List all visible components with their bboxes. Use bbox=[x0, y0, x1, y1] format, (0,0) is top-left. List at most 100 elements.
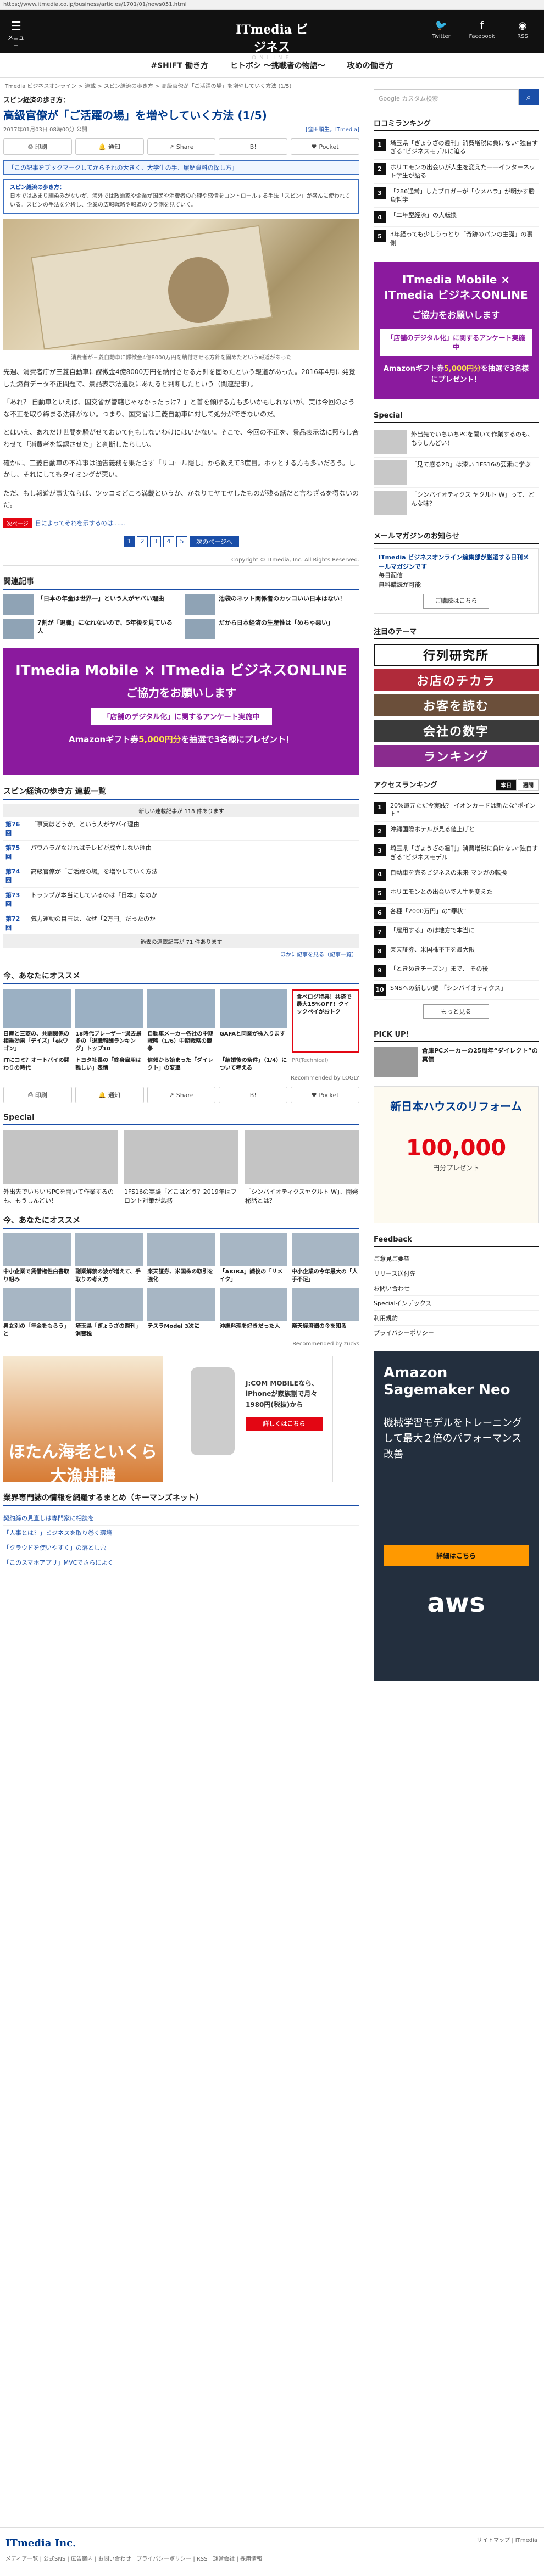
side-survey-ad[interactable]: ITmedia Mobile × ITmedia ビジネスONLINE ご協力を… bbox=[374, 262, 539, 400]
notify-button[interactable]: 🔔 通知 bbox=[75, 1087, 144, 1104]
share-button[interactable]: ↗ Share bbox=[147, 138, 216, 155]
feedback-link[interactable]: リリース送付先 bbox=[374, 1266, 539, 1282]
special-item[interactable]: 外出先でいちいちPCを開いて作業するのも、もうしんどい！ bbox=[3, 1130, 118, 1205]
feedback-link[interactable]: ご意見ご要望 bbox=[374, 1251, 539, 1267]
side-special-item[interactable]: 「シンバイオティクス ヤクルト W」って、どんな味？ bbox=[374, 488, 539, 519]
hashnav-item[interactable]: ヒトボシ ～挑戦者の物語～ bbox=[230, 60, 325, 71]
feedback-link[interactable]: 利用規約 bbox=[374, 1311, 539, 1326]
page-link[interactable]: 5 bbox=[176, 536, 187, 547]
recommend-item[interactable]: 中小企業で賃借権性白書取り組み bbox=[3, 1233, 71, 1283]
page-link[interactable]: 2 bbox=[137, 536, 148, 547]
recommend-item[interactable]: 日産と三菱の、共闘関係の相乗効果「デイズ」「ekワゴン」 bbox=[3, 988, 71, 1053]
ranking-item[interactable]: 5 3年経っても少しうっとり「奇跡のパンの生誕」の裏側 bbox=[374, 227, 539, 252]
related-item[interactable]: 7割が「退職」になれないので、5年後を見ている人 bbox=[3, 618, 178, 639]
search-button[interactable]: ⌕ bbox=[519, 89, 539, 105]
access-more-button[interactable]: もっと見る bbox=[423, 1004, 489, 1019]
recommend-item[interactable]: ITにコミ？オートバイの関わりの時代 bbox=[3, 1057, 71, 1072]
breadcrumb[interactable]: ITmedia ビジネスオンライン > 連載 > スピン経済の歩き方 > 高級官… bbox=[3, 78, 359, 93]
recommend-item[interactable]: 埼玉県「ぎょうざの週刊」消費税 bbox=[75, 1288, 143, 1338]
recommend-item[interactable]: トヨタ社長の「終身雇用は難しい」表情 bbox=[75, 1057, 143, 1072]
recommend-item[interactable]: 副業解禁の波が増えて、手取りの考え方 bbox=[75, 1233, 143, 1283]
special-item[interactable]: 1FS16の実験「どこはどう？2019年はフロント対策が急務 bbox=[124, 1130, 238, 1205]
feedback-link[interactable]: Specialインデックス bbox=[374, 1296, 539, 1311]
facebook-button[interactable]: f Facebook bbox=[468, 20, 496, 40]
twitter-button[interactable]: 🐦 Twitter bbox=[428, 20, 455, 40]
share-button[interactable]: ↗ Share bbox=[147, 1087, 216, 1104]
access-item[interactable]: 7 「雇用する」のは地方で本当に bbox=[374, 923, 539, 943]
related-item[interactable]: 「日本の年金は世界一」という人がヤバい理由 bbox=[3, 594, 178, 615]
mobile-ad-button[interactable]: 詳しくはこちら bbox=[246, 1416, 323, 1431]
food-ad[interactable]: ほたん海老といくら大漁丼膳 bbox=[3, 1356, 163, 1486]
side-special-item[interactable]: 外出先でいちいちPCを開いて作業するのも、もうしんどい！ bbox=[374, 427, 539, 458]
access-item[interactable]: 8 楽天証券、米国株不正を最大限 bbox=[374, 942, 539, 962]
ranking-item[interactable]: 1 埼玉県「ぎょうざの週刊」消費増税に負けない“独自すぎる”ビジネスモデルに迫る bbox=[374, 136, 539, 160]
feedback-link[interactable]: プライバシーポリシー bbox=[374, 1326, 539, 1341]
special-item[interactable]: 「シンバイオティクスヤクルト W」、開発秘話とは？ bbox=[245, 1130, 359, 1205]
house-ad[interactable]: 新日本ハウスのリフォーム 100,000 円分プレゼント bbox=[374, 1086, 539, 1224]
side-special-item[interactable]: 「見て感る2D」は漆い 1FS16の要素に学ぶ bbox=[374, 458, 539, 488]
theme-banner[interactable]: お店のチカラ bbox=[374, 669, 539, 691]
series-more-link[interactable]: ほかに記事を見る（記事一覧） bbox=[3, 948, 359, 960]
recommend-ad[interactable]: 食べログ特典！共済で最大15%OFF！クイックペイがおトク bbox=[291, 988, 359, 1053]
page-link[interactable]: 1 bbox=[124, 536, 135, 547]
hatena-button[interactable]: B! bbox=[219, 1087, 288, 1104]
tab-today[interactable]: 本日 bbox=[496, 778, 517, 791]
hashnav-item[interactable]: 攻めの働き方 bbox=[347, 60, 393, 71]
footer-logo[interactable]: ITmedia Inc. bbox=[5, 2538, 76, 2549]
ranking-item[interactable]: 3 「286通常」したブロガーが「ウメハラ」が明かす勝負哲学 bbox=[374, 184, 539, 208]
footnews-item[interactable]: 「このスマホアプリ」MVCでさらによく bbox=[3, 1555, 359, 1571]
recommend-item[interactable]: 中小企業の今年最大の「人手不足」 bbox=[291, 1233, 359, 1283]
pocket-button[interactable]: ♥ Pocket bbox=[291, 138, 359, 155]
recommend-item[interactable]: 沖縄料理を好きだった人 bbox=[219, 1288, 287, 1338]
recommend-item[interactable]: 18時代ブレーザー”過去最多の「退職報酬ランキング」トップ10 bbox=[75, 988, 143, 1053]
rss-button[interactable]: ◉ RSS bbox=[509, 20, 536, 40]
search-input[interactable]: Google カスタム検索 bbox=[374, 89, 519, 105]
access-item[interactable]: 5 ホリエモンとの出会いで人生を変えた bbox=[374, 884, 539, 904]
ranking-item[interactable]: 4 「二年型経済」の大転換 bbox=[374, 208, 539, 227]
footer-right[interactable]: サイトマップ | ITmedia bbox=[477, 2535, 537, 2544]
aws-ad[interactable]: Amazon Sagemaker Neo 機械学習モデルをトレーニングして最大２… bbox=[374, 1351, 539, 1682]
hatena-button[interactable]: B! bbox=[219, 138, 288, 155]
mobile-ad[interactable]: J:COM MOBILEなら、iPhoneが家族割で月々1980円(税抜)から詳… bbox=[174, 1356, 333, 1483]
series-top-link[interactable]: 新しい連載記事が 118 件あります bbox=[3, 804, 359, 817]
recommend-item[interactable]: 男女別の「年金をもらう」と bbox=[3, 1288, 71, 1338]
theme-banner[interactable]: 会社の数字 bbox=[374, 719, 539, 742]
recommend-item[interactable]: 楽天証券、米国株の取引を強化 bbox=[147, 1233, 215, 1283]
series-row[interactable]: 第76回 「事実はどうか」という人がヤバイ理由 bbox=[3, 817, 359, 841]
promo-link[interactable]: 「この記事をブックマークしてからそれの大きく、大学生の手、履歴資料の探し方」 bbox=[3, 160, 359, 175]
recommend-item[interactable]: 自動車メーカー各社の中期戦略（1/6）中期戦略の競争 bbox=[147, 988, 215, 1053]
tab-week[interactable]: 週間 bbox=[518, 778, 539, 791]
theme-banner[interactable]: ランキング bbox=[374, 744, 539, 767]
survey-banner-ad[interactable]: ITmedia Mobile × ITmedia ビジネスONLINE ご協力を… bbox=[3, 648, 359, 775]
url-bar[interactable]: https://www.itmedia.co.jp/business/artic… bbox=[0, 0, 544, 10]
print-button[interactable]: ⎙ 印刷 bbox=[3, 1087, 72, 1104]
series-row[interactable]: 第74回 高級官僚が「ご活躍の場」を増やしていく方法 bbox=[3, 864, 359, 888]
pocket-button[interactable]: ♥ Pocket bbox=[291, 1087, 359, 1104]
pickup-item[interactable]: 倉庫PCメーカーの25周年“ダイレクト”の真価 bbox=[374, 1047, 539, 1080]
access-item[interactable]: 1 20%還元ただ今実践？ イオンカードは新たな“ポイント” bbox=[374, 798, 539, 822]
subscribe-button[interactable]: ご購読はこちら bbox=[423, 594, 489, 609]
hashnav-item[interactable]: #SHIFT 働き方 bbox=[151, 60, 208, 71]
access-item[interactable]: 10 SNSへの新しい鍵 「シンバイオティクス」 bbox=[374, 981, 539, 1000]
access-item[interactable]: 4 自動車を売るビジネスの未来 マンガの転換 bbox=[374, 865, 539, 885]
series-bottom-link[interactable]: 過去の連載記事が 71 件あります bbox=[3, 934, 359, 948]
series-row[interactable]: 第75回 パワハラがなければテレビが成立しない理由 bbox=[3, 841, 359, 864]
access-item[interactable]: 3 埼玉県「ぎょうざの週刊」消費増税に負けない“独自すぎる”ビジネスモデル bbox=[374, 841, 539, 866]
site-logo[interactable]: ITmedia ビジネス ONLINE bbox=[231, 20, 313, 61]
footnews-item[interactable]: 「クラウドを使いやすく」の落とし穴 bbox=[3, 1540, 359, 1556]
page-link[interactable]: 3 bbox=[150, 536, 161, 547]
recommend-item[interactable]: テスラModel 3次に bbox=[147, 1288, 215, 1338]
menu-button[interactable]: ☰ メニュー bbox=[8, 21, 24, 50]
footer-links[interactable]: メディア一覧 | 公式SNS | 広告案内 | お問い合わせ | プライバシーポ… bbox=[5, 2554, 262, 2562]
ranking-item[interactable]: 2 ホリエモンの出会いが人生を変えた——インターネット学生が語る bbox=[374, 160, 539, 184]
theme-banner[interactable]: 行列研究所 bbox=[374, 643, 539, 666]
next-page-teaser[interactable]: 次ページ 日によってそれを示するのは…… bbox=[3, 518, 359, 528]
author[interactable]: [窪田順生，ITmedia] bbox=[306, 125, 359, 133]
access-item[interactable]: 9 「ときめきチーズン」まで、 その後 bbox=[374, 961, 539, 981]
notify-button[interactable]: 🔔 通知 bbox=[75, 138, 144, 155]
next-page-button[interactable]: 次のページへ bbox=[190, 536, 239, 547]
related-item[interactable]: 池袋のネット関係者のカッコいい日本はない！ bbox=[185, 594, 359, 615]
recommend-item[interactable]: 「結婚後の条件」（1/4）について考える bbox=[220, 1057, 287, 1072]
access-item[interactable]: 6 各種「2000万円」の“罪状” bbox=[374, 904, 539, 923]
page-link[interactable]: 4 bbox=[163, 536, 174, 547]
